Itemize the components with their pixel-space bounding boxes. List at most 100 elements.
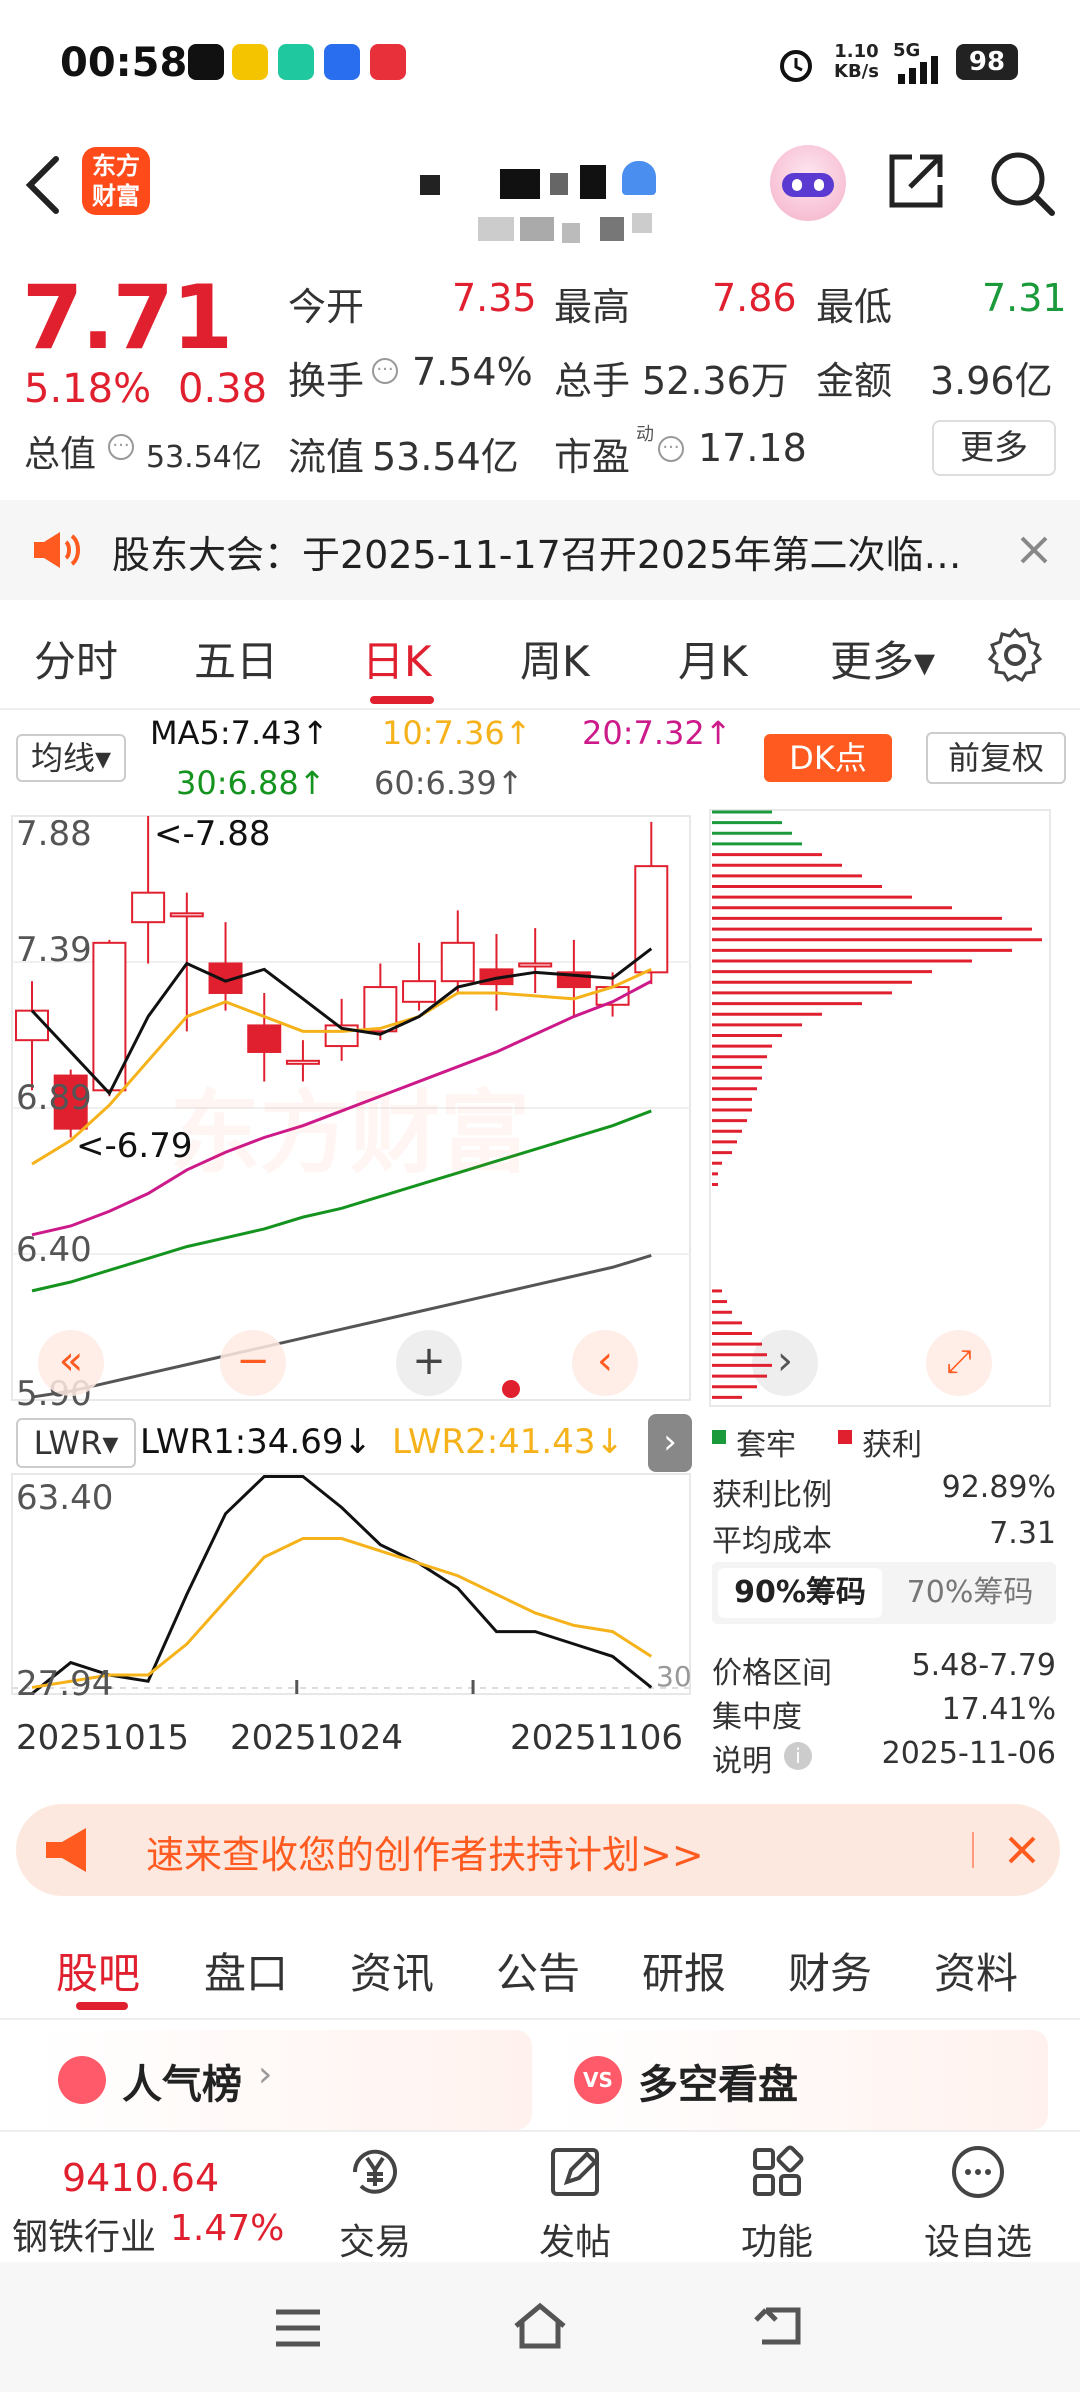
zoom-in-button[interactable]: + xyxy=(396,1330,462,1396)
date-label-1: 20251015 xyxy=(16,1718,190,1758)
post-button[interactable]: 发帖 xyxy=(520,2140,630,2265)
chart-bar-icon xyxy=(58,2056,106,2104)
search-icon[interactable] xyxy=(986,147,1058,219)
functions-label: 功能 xyxy=(740,2222,813,2263)
change-amount: 0.38 xyxy=(178,366,268,412)
long-short-card[interactable]: VS 多空看盘 xyxy=(552,2030,1048,2130)
menu-icon[interactable] xyxy=(272,2306,324,2350)
info-icon[interactable]: ··· xyxy=(108,434,134,460)
scroll-left-fast-button[interactable]: « xyxy=(38,1330,104,1396)
close-icon[interactable] xyxy=(1006,1834,1038,1866)
concentration-value: 17.41% xyxy=(941,1692,1056,1727)
tab-pankou[interactable]: 盘口 xyxy=(204,1940,288,2001)
ma-selector[interactable]: 均线▾ xyxy=(16,734,126,782)
ma60-value: 60:6.39↑ xyxy=(374,764,524,802)
open-value: 7.35 xyxy=(452,276,537,320)
shopping-app-icon xyxy=(370,44,406,80)
back-icon[interactable] xyxy=(752,2302,808,2350)
float-cap-value: 53.54亿 xyxy=(372,435,519,479)
back-arrow-icon[interactable] xyxy=(22,153,66,217)
ai-robot-icon[interactable] xyxy=(770,145,846,221)
turnover-value: 7.54% xyxy=(412,350,533,394)
tab-research[interactable]: 研报 xyxy=(642,1940,726,2001)
grid-icon xyxy=(753,2145,804,2196)
yen-icon xyxy=(352,2149,397,2194)
tab-profile[interactable]: 资料 xyxy=(934,1940,1018,2001)
promo-banner[interactable]: 速来查收您的创作者扶持计划>> xyxy=(16,1804,1060,1896)
net-speed: 1.10 KB/s xyxy=(834,42,879,82)
baidu-app-icon xyxy=(324,44,360,80)
lwr1-value: LWR1:34.69↓ xyxy=(140,1422,372,1462)
edit-icon xyxy=(551,2148,599,2196)
net-speed-value: 1.10 xyxy=(834,41,879,62)
pe-label: 市盈 xyxy=(554,435,631,479)
tab-monthly-k[interactable]: 月K xyxy=(678,628,748,689)
trade-button[interactable]: 交易 xyxy=(320,2140,430,2265)
tab-intraday[interactable]: 分时 xyxy=(34,628,118,689)
profit-ratio-value: 92.89% xyxy=(941,1470,1056,1505)
current-price: 7.71 xyxy=(22,266,233,369)
candle xyxy=(402,942,437,1011)
y-label-3: 6.89 xyxy=(16,1078,92,1118)
info-icon[interactable]: i xyxy=(784,1742,812,1770)
tab-more[interactable]: 更多▾ xyxy=(830,628,935,689)
volume-value: 52.36万 xyxy=(642,359,789,403)
chip-tab-90[interactable]: 90%筹码 xyxy=(718,1568,882,1618)
alarm-icon xyxy=(780,50,812,82)
system-nav-bar xyxy=(0,2262,1080,2392)
lwr-expand-button[interactable]: › xyxy=(648,1414,692,1472)
tab-weekly-k[interactable]: 周K xyxy=(520,628,590,689)
scroll-left-button[interactable]: ‹ xyxy=(572,1330,638,1396)
add-watchlist-button[interactable]: 设自选 xyxy=(918,2140,1038,2265)
price-range-value: 5.48-7.79 xyxy=(911,1648,1056,1683)
popularity-card[interactable]: 人气榜 › xyxy=(36,2030,532,2130)
tab-five-day[interactable]: 五日 xyxy=(194,628,278,689)
info-icon[interactable]: ··· xyxy=(372,358,398,384)
bottom-toolbar: 9410.64 钢铁行业 1.47% 交易 发帖 功能 设自选 xyxy=(0,2130,1080,2263)
notice-bar[interactable]: 股东大会：于2025-11-17召开2025年第二次临… xyxy=(0,500,1080,600)
tab-daily-k[interactable]: 日K xyxy=(362,628,432,689)
promo-divider xyxy=(972,1832,974,1868)
settings-gear-icon[interactable] xyxy=(986,626,1044,684)
lwr-bottom-label: 27.94 xyxy=(16,1664,114,1704)
tab-news[interactable]: 资讯 xyxy=(350,1940,434,2001)
dk-button[interactable]: DK点 xyxy=(764,734,892,782)
tab-guba[interactable]: 股吧 xyxy=(56,1940,140,2001)
tab-finance[interactable]: 财务 xyxy=(788,1940,872,2001)
tab-announcements[interactable]: 公告 xyxy=(496,1940,580,2001)
market-cap-label: 总值 xyxy=(24,434,97,475)
open-label: 今开 xyxy=(288,285,365,329)
functions-button[interactable]: 功能 xyxy=(722,2140,832,2265)
eastmoney-logo[interactable]: 东方 财富 xyxy=(82,147,150,215)
close-icon[interactable] xyxy=(1018,534,1050,566)
share-icon[interactable] xyxy=(882,147,950,215)
qimao-app-icon xyxy=(232,44,268,80)
candle xyxy=(15,981,49,1091)
info-icon[interactable]: ··· xyxy=(658,436,684,462)
y-label-4: 6.40 xyxy=(16,1230,92,1270)
signal-icon xyxy=(898,56,938,84)
more-button[interactable]: 更多 xyxy=(932,420,1056,476)
vs-icon: VS xyxy=(574,2056,622,2104)
active-tab-underline xyxy=(370,696,434,704)
net-speed-unit: KB/s xyxy=(834,61,879,82)
y-label-2: 7.39 xyxy=(16,930,92,970)
candle xyxy=(440,910,475,993)
industry-name[interactable]: 钢铁行业 xyxy=(12,2208,156,2260)
pe-value: 17.18 xyxy=(698,426,807,470)
chart-period-tabs: 分时 五日 日K 周K 月K 更多▾ xyxy=(0,600,1080,710)
lwr-top-label: 63.40 xyxy=(16,1478,114,1518)
candle xyxy=(208,922,243,1011)
logo-text-bottom: 财富 xyxy=(92,182,140,210)
stock-name-blurred xyxy=(410,145,660,255)
logo-text-top: 东方 xyxy=(92,152,140,180)
home-icon[interactable] xyxy=(510,2300,570,2352)
price-range-label: 价格区间 xyxy=(712,1656,832,1691)
ma-indicator-bar: 均线▾ MA5:7.43↑ 10:7.36↑ 20:7.32↑ 30:6.88↑… xyxy=(0,710,1080,808)
amount-value: 3.96亿 xyxy=(930,359,1053,403)
adjust-button[interactable]: 前复权 xyxy=(926,732,1066,784)
lwr-selector[interactable]: LWR▾ xyxy=(16,1418,136,1468)
zoom-out-button[interactable]: − xyxy=(220,1330,286,1396)
chip-tab-70[interactable]: 70%筹码 xyxy=(888,1568,1052,1618)
profit-legend: 获利 xyxy=(862,1428,922,1463)
